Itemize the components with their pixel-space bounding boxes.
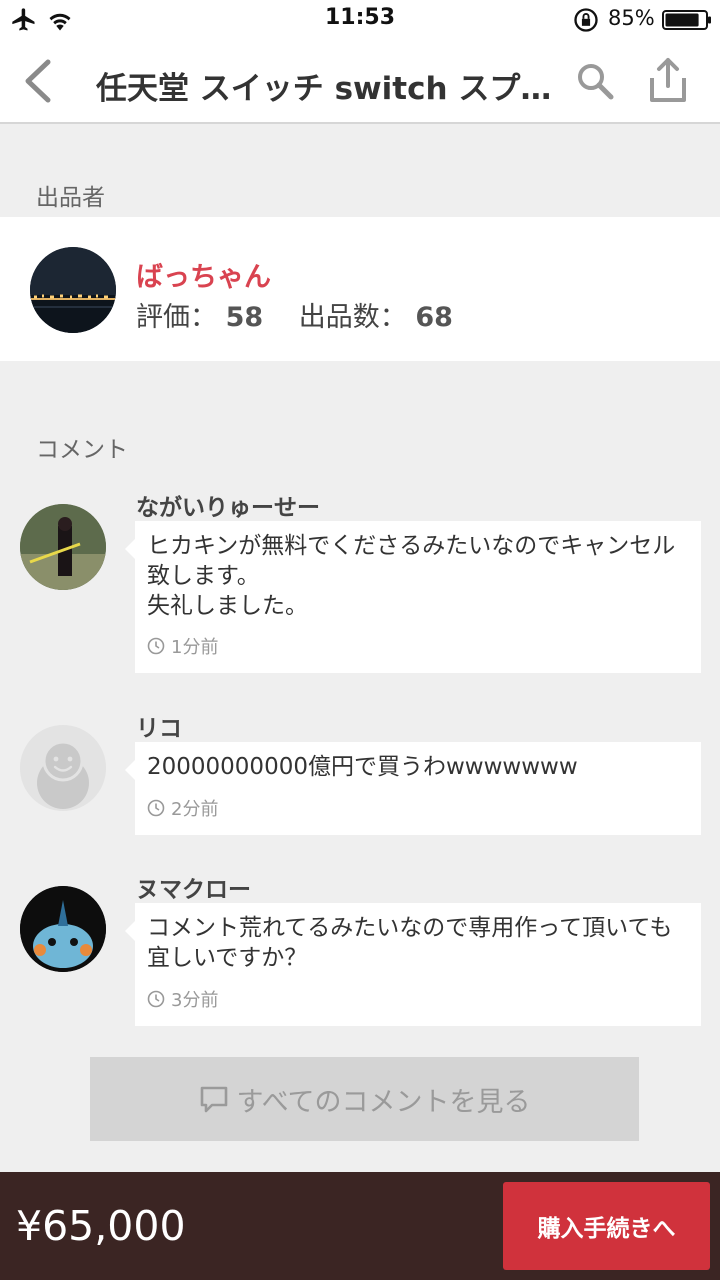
comment-author[interactable]: ながいりゅーせー (136, 488, 320, 522)
comment-time: 2分前 (147, 795, 218, 821)
default-user-avatar-icon[interactable] (20, 725, 106, 811)
comment-bubble: 20000000000億円で買うわwwwwwww 2分前 (125, 742, 701, 835)
comment-time: 3分前 (147, 986, 218, 1012)
battery-icon (662, 10, 711, 30)
comment-text: ヒカキンが無料でくださるみたいなのでキャンセル致します。 失礼しました。 (147, 533, 676, 619)
seller-avatar[interactable] (30, 247, 116, 333)
status-bar: 11:53 85% (0, 0, 720, 40)
share-icon[interactable] (646, 56, 690, 104)
rating-label: 評価： (136, 302, 217, 333)
see-all-comments-label: すべてのコメントを見る (236, 1086, 531, 1118)
see-all-comments-button[interactable]: すべてのコメントを見る (90, 1057, 639, 1141)
comment-time: 1分前 (147, 633, 218, 659)
rotation-lock-icon (574, 8, 598, 32)
seller-name[interactable]: ばっちゃん (136, 255, 271, 294)
clock-icon (147, 637, 165, 655)
comment-author[interactable]: リコ (136, 709, 182, 743)
rating-value: 58 (225, 302, 264, 333)
listings-value: 68 (415, 302, 453, 333)
purchase-button[interactable]: 購入手続きへ (503, 1182, 710, 1270)
seller-card[interactable]: ばっちゃん 評価： 58 出品数： 68 (0, 217, 720, 361)
clock-icon (147, 990, 165, 1008)
comment-text: コメント荒れてるみたいなので専用作って頂いても宜しいですか？ (147, 915, 673, 971)
nav-bar: 任天堂 スイッチ switch スプラトゥーン2セット (0, 40, 720, 124)
comment-avatar[interactable] (20, 504, 106, 590)
seller-section-label: 出品者 (36, 185, 105, 211)
comment-bubble: コメント荒れてるみたいなので専用作って頂いても宜しいですか？ 3分前 (125, 903, 701, 1026)
comments-section-label: コメント (36, 437, 128, 463)
page-title: 任天堂 スイッチ switch スプラトゥーン2セット (96, 71, 556, 107)
comment-author[interactable]: ヌマクロー (136, 870, 251, 904)
search-icon[interactable] (574, 60, 616, 102)
listings-label: 出品数： (298, 302, 407, 333)
price: ¥65,000 (16, 1202, 186, 1250)
battery-percent: 85% (608, 6, 655, 30)
seller-stats: 評価： 58 出品数： 68 (136, 295, 453, 334)
clock-icon (147, 799, 165, 817)
bottom-bar: ¥65,000 購入手続きへ (0, 1172, 720, 1280)
comment-text: 20000000000億円で買うわwwwwwww (147, 754, 578, 780)
back-chevron-icon[interactable] (18, 58, 58, 104)
comment-bubble-icon (201, 1086, 228, 1113)
comment-bubble: ヒカキンが無料でくださるみたいなのでキャンセル致します。 失礼しました。 1分前 (125, 521, 701, 673)
comment-avatar[interactable] (20, 886, 106, 972)
